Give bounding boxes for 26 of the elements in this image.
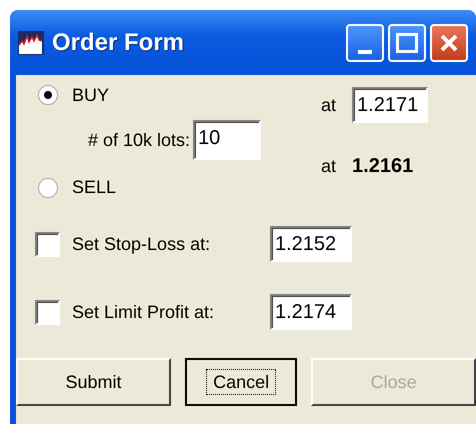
field-label: # of 10k lots: — [88, 128, 190, 152]
radio-button[interactable] — [38, 85, 58, 105]
price-field[interactable]: 1.2171 — [352, 87, 428, 123]
checkbox[interactable] — [35, 300, 60, 324]
dialog-button[interactable]: Submit — [16, 358, 171, 406]
minimize-icon — [358, 50, 372, 54]
radio-button[interactable] — [38, 178, 58, 198]
window-title: Order Form — [52, 28, 186, 58]
checkbox[interactable] — [35, 232, 60, 256]
close-icon — [439, 32, 459, 52]
minimize-button[interactable] — [346, 24, 384, 62]
price-label: at — [321, 94, 336, 116]
chart-icon — [18, 30, 44, 54]
radio-label: SELL — [72, 176, 116, 199]
maximize-button[interactable] — [388, 24, 426, 62]
price-field[interactable]: 1.2174 — [270, 294, 352, 330]
checkbox-label: Set Limit Profit at: — [72, 300, 216, 324]
maximize-icon — [396, 32, 418, 52]
lots-field[interactable]: 10 — [193, 120, 262, 160]
price-value: 1.2161 — [352, 154, 414, 179]
radio-label: BUY — [72, 84, 110, 106]
price-field[interactable]: 1.2152 — [270, 226, 352, 262]
close-button[interactable] — [430, 24, 468, 62]
dialog-button[interactable]: Cancel — [184, 358, 298, 406]
checkbox-label: Set Stop-Loss at: — [72, 232, 212, 256]
price-label: at — [321, 154, 336, 178]
